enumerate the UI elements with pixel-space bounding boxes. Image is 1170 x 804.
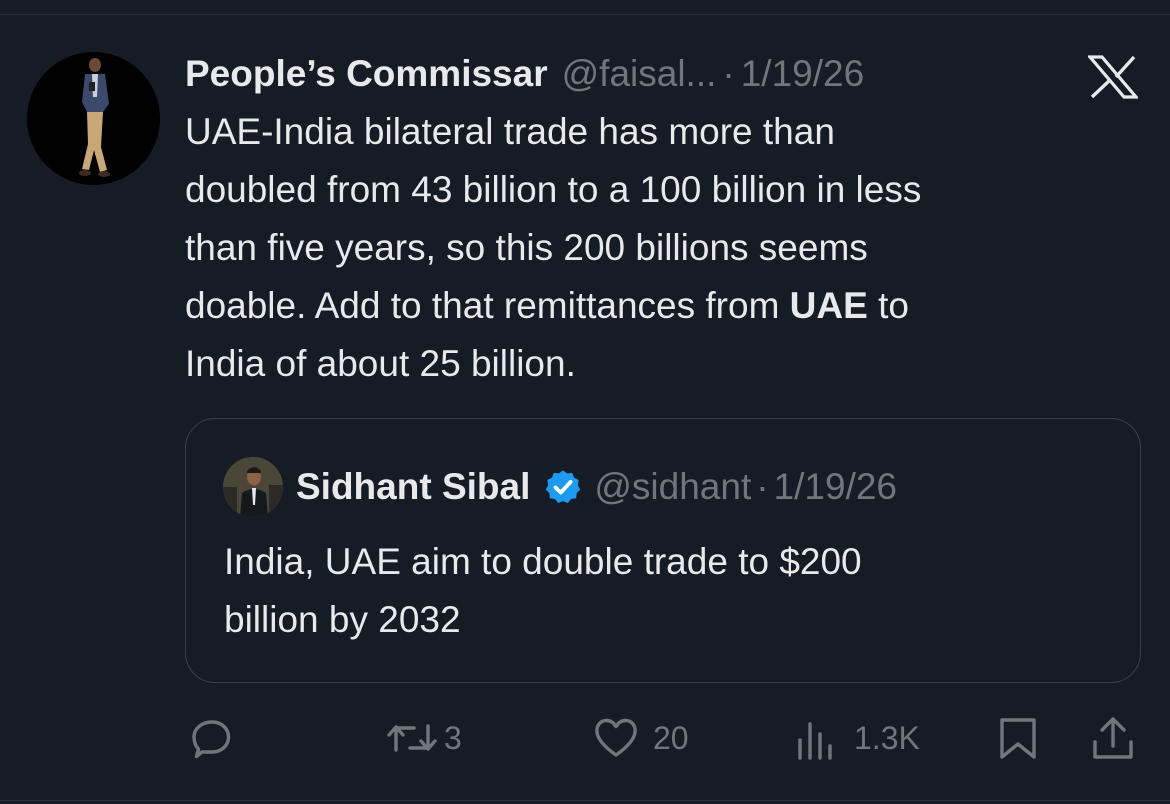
views-count: 1.3K [854, 719, 920, 756]
tweet-text: UAE-India bilateral trade has more than … [185, 103, 1145, 393]
header-separator: · [722, 53, 735, 94]
quoted-tweet-date[interactable]: 1/19/26 [774, 466, 897, 508]
quoted-tweet-card[interactable]: Sidhant Sibal @sidhant · 1/19/26 India, … [185, 418, 1141, 683]
author-handle[interactable]: @faisal... [562, 53, 717, 95]
tweet-text-line: doubled from 43 billion to a 100 billion… [185, 169, 922, 210]
retweet-count: 3 [444, 719, 462, 756]
tweet-text-line: UAE-India bilateral trade has more than [185, 111, 835, 152]
author-avatar[interactable] [27, 52, 160, 185]
tweet-text-line: than five years, so this 200 billions se… [185, 227, 868, 268]
author-name[interactable]: People’s Commissar [185, 53, 548, 95]
quoted-header-separator: · [756, 466, 769, 507]
tweet-text-line: India of about 25 billion. [185, 343, 576, 384]
like-button[interactable]: 20 [593, 708, 689, 768]
tweet-text-bold: UAE [789, 285, 868, 326]
x-logo-icon [1088, 55, 1138, 99]
tweet-header: People’s Commissar @faisal... · 1/19/26 [185, 48, 864, 100]
author-avatar-image [79, 58, 110, 177]
tweet-date[interactable]: 1/19/26 [741, 53, 864, 95]
quoted-text-line: billion by 2032 [224, 599, 461, 640]
quoted-author-handle[interactable]: @sidhant [594, 466, 751, 508]
action-bar: 3 20 1.3K [0, 708, 1170, 768]
reply-icon [192, 720, 231, 759]
like-count: 20 [653, 719, 689, 756]
views-button[interactable]: 1.3K [796, 708, 920, 768]
reply-button[interactable] [190, 708, 234, 768]
quoted-text-line: India, UAE aim to double trade to $200 [224, 541, 862, 582]
verified-badge-icon [546, 470, 581, 503]
quoted-author-avatar[interactable] [223, 457, 283, 517]
tweet-text-segment: doable. Add to that remittances from [185, 285, 790, 326]
top-divider [0, 14, 1170, 15]
quoted-author-name[interactable]: Sidhant Sibal [296, 466, 530, 508]
share-icon [1093, 717, 1133, 759]
bookmark-button[interactable] [998, 708, 1038, 768]
share-button[interactable] [1092, 708, 1134, 768]
tweet-text-line: doable. Add to that remittances from UAE… [185, 277, 1145, 335]
retweet-button[interactable]: 3 [386, 708, 462, 768]
bottom-divider [0, 800, 1170, 801]
views-icon [798, 722, 832, 760]
quoted-author-avatar-image [223, 457, 283, 517]
heart-icon [595, 718, 637, 757]
tweet-text-segment: to [867, 285, 909, 326]
retweet-icon [387, 724, 437, 752]
quoted-tweet-text: India, UAE aim to double trade to $200 b… [224, 533, 1104, 649]
bookmark-icon [1000, 718, 1036, 759]
quoted-tweet-header: Sidhant Sibal @sidhant · 1/19/26 [296, 463, 897, 511]
